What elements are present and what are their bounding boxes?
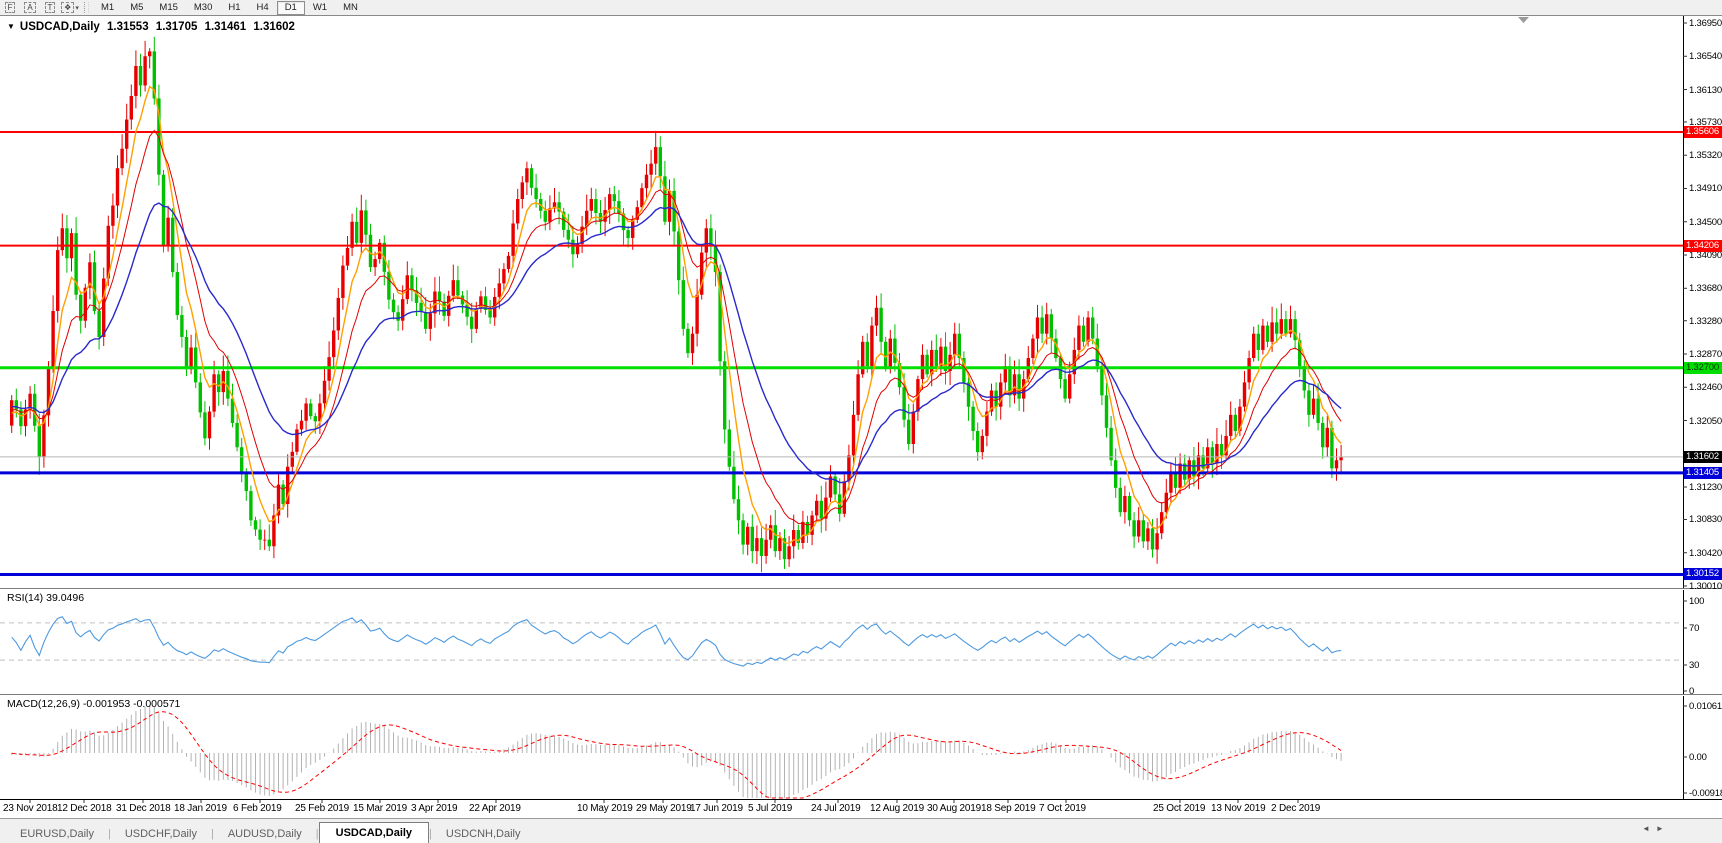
macd-histogram: [11, 705, 1342, 798]
rsi-line: [11, 616, 1342, 667]
tab-usdcnh-daily[interactable]: USDCNH,Daily: [432, 824, 535, 843]
ohlc-close: 1.31602: [253, 21, 295, 33]
tab-scroll-arrows[interactable]: ◄►: [1642, 824, 1670, 833]
mt4-window: F A T ❖ ▾ M1 M5 M15 M30 H1 H4 D1 W1 MN ▼ USDCAD,Daily …: [0, 0, 1722, 843]
candlesticks: [10, 36, 1343, 573]
rsi-value: 39.0496: [46, 592, 85, 604]
macd-signal-line: [11, 711, 1342, 799]
macd-label: MACD(12,26,9) -0.001953 -0.000571: [7, 698, 181, 710]
ohlc-high: 1.31705: [155, 21, 198, 33]
ohlc-low: 1.31461: [204, 21, 247, 33]
ma-mid-line: [11, 129, 1342, 526]
chart-title: ▼ USDCAD,Daily 1.31553 1.31705 1.31461 1.…: [7, 21, 299, 33]
macd-signal-value: -0.000571: [133, 698, 181, 710]
tab-usdchf-daily[interactable]: USDCHF,Daily: [111, 824, 211, 843]
tab-usdcad-daily[interactable]: USDCAD,Daily: [318, 822, 430, 843]
symbol-dropdown-icon[interactable]: ▼: [7, 22, 15, 31]
price-chart-canvas[interactable]: [0, 0, 1722, 843]
chart-shift-marker-icon[interactable]: [1518, 17, 1529, 23]
ohlc-open: 1.31553: [107, 21, 149, 33]
tab-eurusd-daily[interactable]: EURUSD,Daily: [6, 824, 108, 843]
tab-scroll-right-icon: ►: [1655, 824, 1670, 833]
macd-main-value: -0.001953: [82, 698, 131, 710]
chart-symbol-label: USDCAD,Daily: [19, 21, 100, 33]
tab-audusd-daily[interactable]: AUDUSD,Daily: [214, 824, 316, 843]
tab-scroll-left-icon: ◄: [1642, 824, 1656, 833]
rsi-label: RSI(14) 39.0496: [7, 592, 85, 604]
chart-tab-bar: EURUSD,Daily | USDCHF,Daily | AUDUSD,Daily | U…: [0, 818, 1722, 843]
